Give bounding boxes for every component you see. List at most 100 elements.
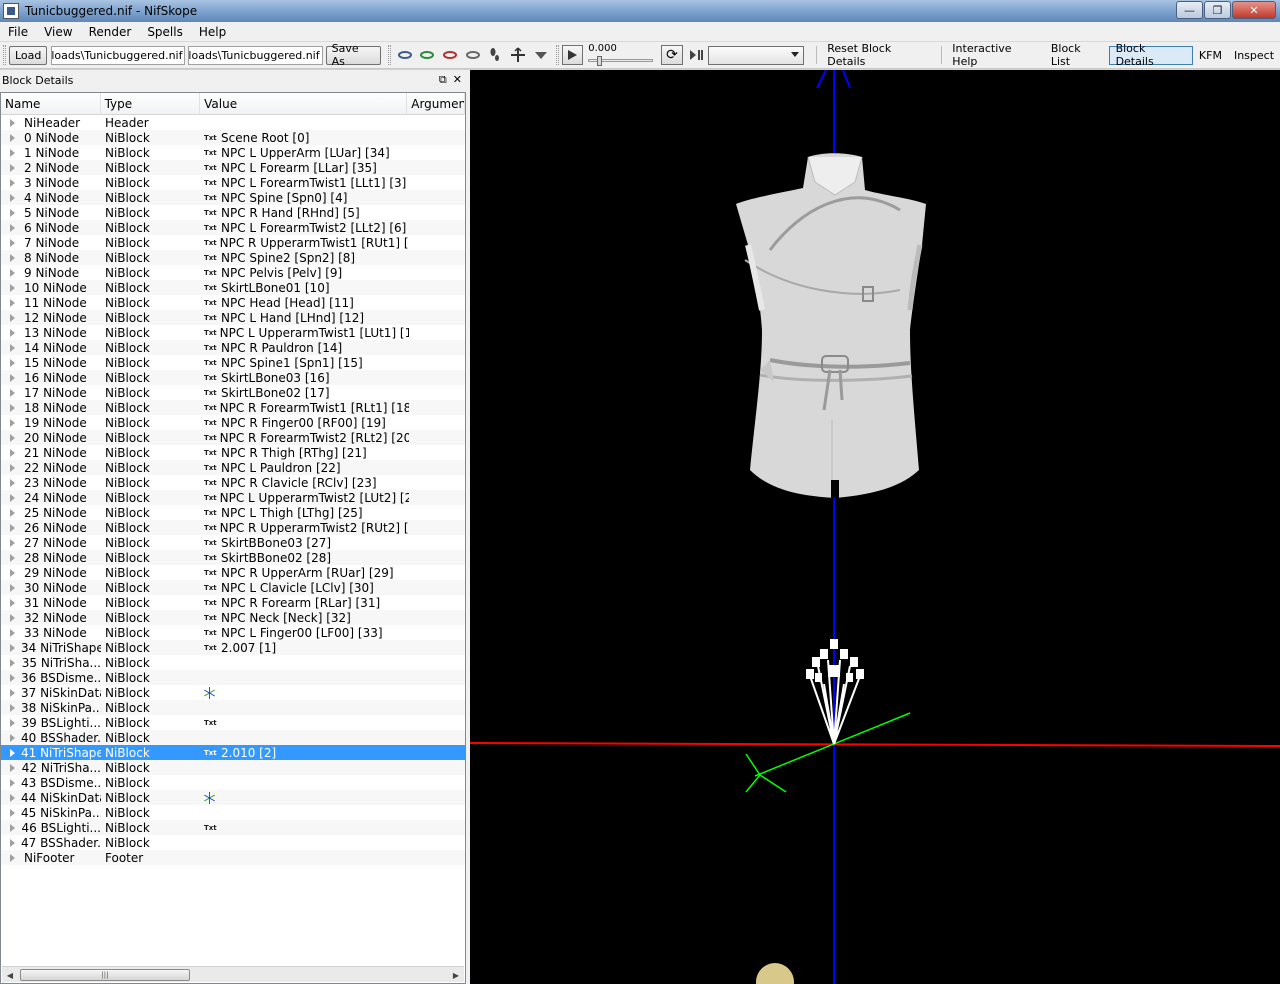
tree-row[interactable]: 27 NiNode NiBlock Txt SkirtBBone03 [27] (1, 535, 465, 550)
tree-row[interactable]: 39 BSLighti... NiBlock Txt (1, 715, 465, 730)
view-grey-eye-icon[interactable] (462, 44, 484, 66)
tree-row[interactable]: 0 NiNode NiBlock Txt Scene Root [0] (1, 130, 465, 145)
toolbar-grip[interactable] (3, 45, 6, 65)
slider-thumb[interactable] (597, 56, 603, 66)
row-value-cell[interactable]: Txt NPC Pelvis [Pelv] [9] (201, 266, 409, 280)
tree-row[interactable]: 7 NiNode NiBlock Txt NPC R UpperarmTwist1 [… (1, 235, 465, 250)
row-value-cell[interactable]: Txt SkirtLBone03 [16] (201, 371, 409, 385)
tree-row[interactable]: 19 NiNode NiBlock Txt NPC R Finger00 [RF00]… (1, 415, 465, 430)
dock-title-bar[interactable]: Block Details ⧉ ✕ (0, 70, 466, 90)
close-button[interactable]: ✕ (1232, 1, 1276, 19)
expand-arrow-icon[interactable] (10, 283, 18, 292)
expand-arrow-icon[interactable] (10, 418, 18, 427)
load-button[interactable]: Load (8, 45, 48, 65)
tree-row[interactable]: 25 NiNode NiBlock Txt NPC L Thigh [LThg] [2… (1, 505, 465, 520)
row-value-cell[interactable]: Txt NPC L Forearm [LLar] [35] (201, 161, 409, 175)
expand-arrow-icon[interactable] (10, 703, 15, 712)
tree-row[interactable]: 43 BSDisme... NiBlock (1, 775, 465, 790)
expand-arrow-icon[interactable] (10, 238, 18, 247)
expand-arrow-icon[interactable] (10, 808, 15, 817)
expand-arrow-icon[interactable] (10, 328, 18, 337)
tree-row[interactable]: 29 NiNode NiBlock Txt NPC R UpperArm [RUar]… (1, 565, 465, 580)
tree-row[interactable]: 36 BSDisme... NiBlock (1, 670, 465, 685)
expand-arrow-icon[interactable] (10, 388, 18, 397)
row-value-cell[interactable]: Txt NPC Head [Head] [11] (201, 296, 409, 310)
tree-row[interactable]: 4 NiNode NiBlock Txt NPC Spine [Spn0] [4] (1, 190, 465, 205)
expand-arrow-icon[interactable] (10, 223, 18, 232)
expand-arrow-icon[interactable] (10, 208, 18, 217)
row-value-cell[interactable]: Txt NPC L UpperarmTwist2 [LUt2] [24] (201, 491, 409, 505)
tree-row[interactable]: 3 NiNode NiBlock Txt NPC L ForearmTwist1 [L… (1, 175, 465, 190)
expand-arrow-icon[interactable] (10, 658, 16, 667)
minimize-button[interactable]: — (1176, 1, 1203, 19)
expand-arrow-icon[interactable] (10, 763, 16, 772)
row-value-cell[interactable]: Txt NPC L ForearmTwist1 [LLt1] [3] (201, 176, 409, 190)
expand-arrow-icon[interactable] (10, 793, 15, 802)
row-value-cell[interactable]: Txt (201, 719, 409, 727)
row-value-cell[interactable]: Txt NPC R Clavicle [RClv] [23] (201, 476, 409, 490)
column-header-argument[interactable]: Argument (407, 93, 465, 115)
scroll-left-icon[interactable]: ◀ (2, 967, 18, 983)
tree-row[interactable]: 24 NiNode NiBlock Txt NPC L UpperarmTwist2 … (1, 490, 465, 505)
dropdown-arrow-icon[interactable] (530, 44, 552, 66)
menu-view[interactable]: View (36, 25, 80, 39)
restore-button[interactable]: ❐ (1204, 1, 1231, 19)
expand-arrow-icon[interactable] (10, 568, 18, 577)
expand-arrow-icon[interactable] (10, 313, 18, 322)
tree-row[interactable]: NiFooter Footer (1, 850, 465, 865)
expand-arrow-icon[interactable] (10, 583, 18, 592)
expand-arrow-icon[interactable] (10, 778, 15, 787)
row-value-cell[interactable]: Txt NPC L Clavicle [LClv] [30] (201, 581, 409, 595)
tree-row[interactable]: 26 NiNode NiBlock Txt NPC R UpperarmTwist2 … (1, 520, 465, 535)
tree-row[interactable]: 41 NiTriShape NiBlock Txt 2.010 [2] (1, 745, 465, 760)
expand-arrow-icon[interactable] (10, 148, 18, 157)
interactive-help-button[interactable]: Interactive Help (946, 42, 1045, 68)
walk-icon[interactable] (484, 44, 506, 66)
tree-row[interactable]: 37 NiSkinData NiBlock (1, 685, 465, 700)
move-icon[interactable] (507, 44, 529, 66)
row-value-cell[interactable]: Txt NPC L UpperArm [LUar] [34] (201, 146, 409, 160)
expand-arrow-icon[interactable] (10, 178, 18, 187)
expand-arrow-icon[interactable] (10, 133, 18, 142)
save-path-field[interactable]: wnloads\Tunicbuggered.nif (188, 45, 323, 65)
block-list-button[interactable]: Block List (1045, 42, 1109, 68)
row-value-cell[interactable]: Txt NPC R UpperarmTwist1 [RUt1] [7] (201, 236, 409, 250)
tree-row[interactable]: 1 NiNode NiBlock Txt NPC L UpperArm [LUar] … (1, 145, 465, 160)
expand-arrow-icon[interactable] (10, 448, 18, 457)
row-value-cell[interactable]: Txt SkirtBBone03 [27] (201, 536, 409, 550)
row-value-cell[interactable]: Txt NPC Spine [Spn0] [4] (201, 191, 409, 205)
expand-arrow-icon[interactable] (10, 358, 18, 367)
tree-row[interactable]: 42 NiTriSha... NiBlock (1, 760, 465, 775)
expand-arrow-icon[interactable] (10, 628, 18, 637)
tree-row[interactable]: 2 NiNode NiBlock Txt NPC L Forearm [LLar] [… (1, 160, 465, 175)
row-value-cell[interactable]: Txt NPC L UpperarmTwist1 [LUt1] [13] (201, 326, 409, 340)
expand-arrow-icon[interactable] (10, 838, 15, 847)
expand-arrow-icon[interactable] (10, 268, 18, 277)
tree-row[interactable]: 12 NiNode NiBlock Txt NPC L Hand [LHnd] [12… (1, 310, 465, 325)
save-as-button[interactable]: Save As (325, 42, 381, 68)
row-value-cell[interactable]: Txt SkirtLBone02 [17] (201, 386, 409, 400)
tree-row[interactable]: 20 NiNode NiBlock Txt NPC R ForearmTwist2 [… (1, 430, 465, 445)
tree-row[interactable]: 34 NiTriShape NiBlock Txt 2.007 [1] (1, 640, 465, 655)
row-value-cell[interactable]: Txt 2.010 [2] (201, 746, 409, 760)
row-value-cell[interactable]: Txt NPC L ForearmTwist2 [LLt2] [6] (201, 221, 409, 235)
row-value-cell[interactable]: Txt NPC R Pauldron [14] (201, 341, 409, 355)
app-icon[interactable] (3, 3, 19, 19)
row-value-cell[interactable]: Txt NPC L Hand [LHnd] [12] (201, 311, 409, 325)
tree-row[interactable]: 17 NiNode NiBlock Txt SkirtLBone02 [17] (1, 385, 465, 400)
tree-row[interactable]: 13 NiNode NiBlock Txt NPC L UpperarmTwist1 … (1, 325, 465, 340)
inspect-button[interactable]: Inspect (1228, 46, 1280, 65)
expand-arrow-icon[interactable] (10, 463, 18, 472)
expand-arrow-icon[interactable] (10, 748, 15, 757)
tree-row[interactable]: 33 NiNode NiBlock Txt NPC L Finger00 [LF00]… (1, 625, 465, 640)
expand-arrow-icon[interactable] (10, 403, 18, 412)
expand-arrow-icon[interactable] (10, 118, 18, 127)
expand-arrow-icon[interactable] (10, 553, 18, 562)
tree-row[interactable]: 45 NiSkinPa... NiBlock (1, 805, 465, 820)
expand-arrow-icon[interactable] (10, 373, 18, 382)
time-slider[interactable]: 0.000 (586, 43, 655, 67)
expand-arrow-icon[interactable] (10, 733, 15, 742)
tree-row[interactable]: 22 NiNode NiBlock Txt NPC L Pauldron [22] (1, 460, 465, 475)
tree-row[interactable]: 31 NiNode NiBlock Txt NPC R Forearm [RLar] … (1, 595, 465, 610)
row-value-cell[interactable]: Txt NPC R Thigh [RThg] [21] (201, 446, 409, 460)
